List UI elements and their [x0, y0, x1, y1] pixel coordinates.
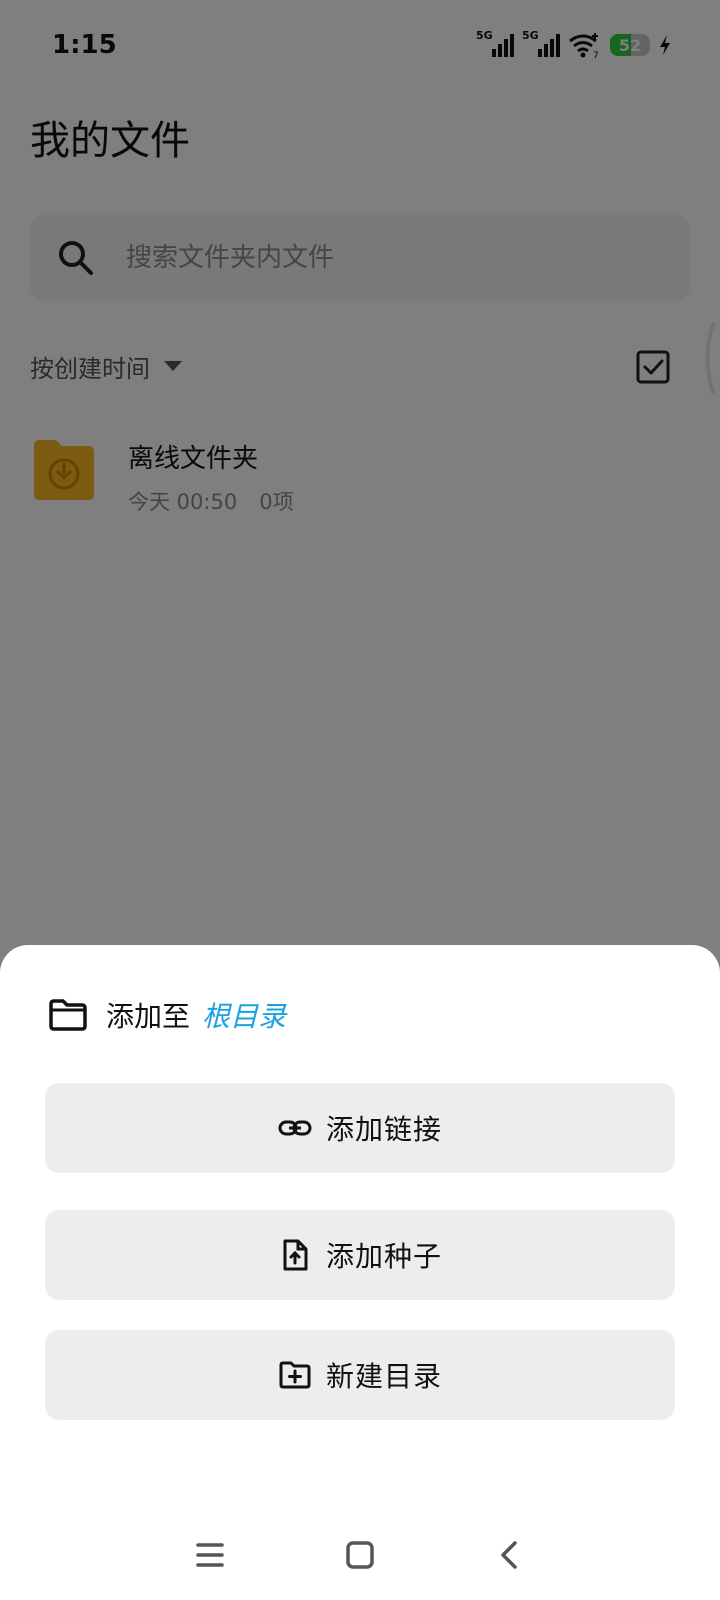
file-upload-icon	[283, 1239, 308, 1271]
bottom-sheet: 添加至 根目录 添加链接 添加种子 新建目录	[0, 945, 720, 1600]
add-link-label: 添加链接	[325, 1113, 442, 1146]
navigation-bar	[0, 1515, 720, 1595]
add-torrent-button[interactable]: 添加种子	[45, 1210, 675, 1300]
screen: 1:15 5G 5G 7 52	[0, 0, 720, 1600]
target-folder-link[interactable]: 根目录	[202, 995, 286, 1035]
folder-add-icon	[279, 1361, 311, 1389]
home-icon[interactable]	[340, 1535, 380, 1575]
folder-icon	[49, 999, 87, 1031]
back-icon[interactable]	[490, 1535, 530, 1575]
new-folder-button[interactable]: 新建目录	[45, 1330, 675, 1420]
link-icon	[278, 1120, 312, 1136]
add-torrent-label: 添加种子	[325, 1240, 442, 1273]
menu-icon[interactable]	[190, 1535, 230, 1575]
sheet-header[interactable]: 添加至 根目录	[48, 995, 286, 1035]
sheet-prefix: 添加至	[106, 1000, 191, 1033]
add-link-button[interactable]: 添加链接	[45, 1083, 675, 1173]
new-folder-label: 新建目录	[325, 1360, 442, 1393]
